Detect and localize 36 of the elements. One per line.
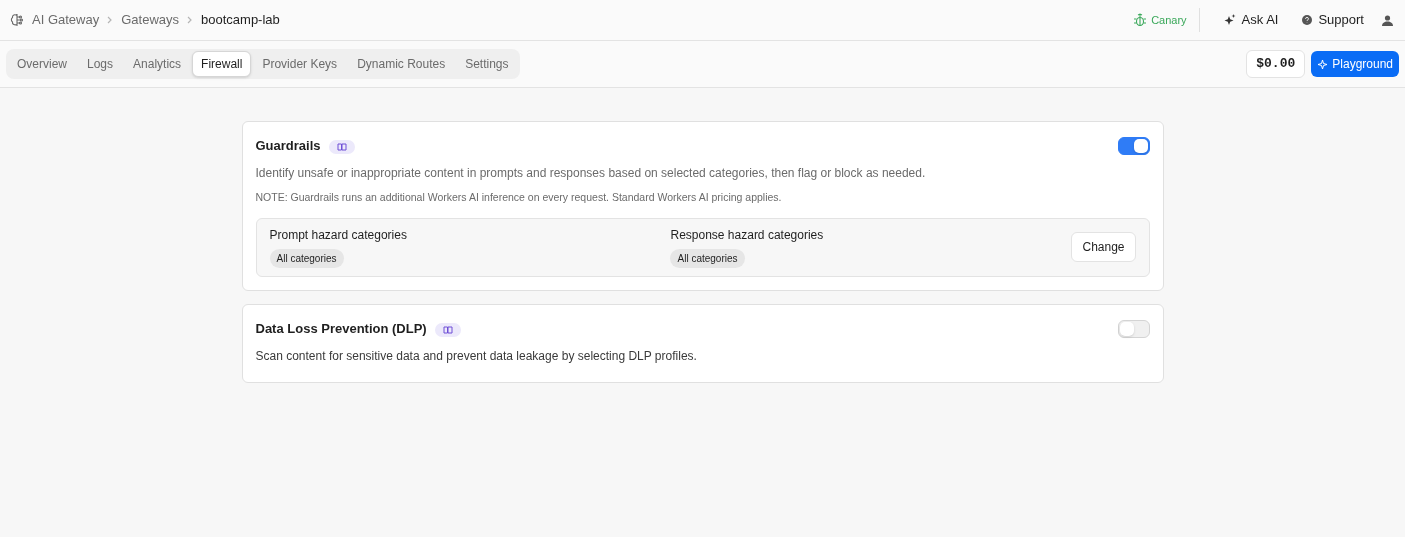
sparkle-icon bbox=[1317, 58, 1329, 70]
sparkle-icon bbox=[1223, 14, 1236, 26]
category-label: Response hazard categories bbox=[670, 227, 824, 245]
breadcrumb-link[interactable]: Gateways bbox=[121, 10, 179, 30]
cost-badge: $0.00 bbox=[1246, 50, 1306, 78]
tab[interactable]: Overview bbox=[8, 51, 76, 77]
support-button[interactable]: Support bbox=[1302, 10, 1364, 30]
tab[interactable]: Dynamic Routes bbox=[348, 51, 455, 77]
tab[interactable]: Settings bbox=[456, 51, 518, 77]
toggle-switch[interactable] bbox=[1117, 137, 1150, 155]
environment-label: Canary bbox=[1151, 12, 1187, 28]
chevron-icon bbox=[187, 16, 193, 24]
chevron-icon bbox=[107, 16, 114, 24]
card-description: Identify unsafe or inappropriate content in prompts and responses based on selected categories, then flag or block as needed. bbox=[255, 165, 927, 182]
brain-icon bbox=[10, 13, 24, 27]
book-icon[interactable] bbox=[328, 140, 355, 154]
card-description: Scan content for sensitive data and prevent data leakage by selecting DLP profiles. bbox=[255, 347, 698, 365]
help-icon bbox=[1302, 15, 1313, 25]
tab[interactable]: Provider Keys bbox=[253, 51, 347, 77]
category-label: Prompt hazard categories bbox=[269, 227, 407, 245]
book-icon[interactable] bbox=[434, 322, 461, 337]
user-avatar-icon[interactable] bbox=[1382, 14, 1393, 26]
category-tag: All categories bbox=[670, 249, 745, 269]
tab[interactable]: Analytics bbox=[124, 51, 191, 77]
change-button[interactable]: Change bbox=[1071, 232, 1136, 263]
ask-ai-button[interactable]: Ask AI bbox=[1223, 10, 1279, 30]
category-tag: All categories bbox=[269, 249, 344, 269]
card-title: Guardrails bbox=[255, 137, 321, 156]
playground-button[interactable]: Playground bbox=[1311, 51, 1399, 77]
note-text: NOTE: Guardrails runs an additional Workers AI inference on every request. Standard Workers AI pricing applies. bbox=[255, 190, 783, 205]
tab[interactable]: Logs bbox=[78, 51, 123, 77]
breadcrumb-link[interactable]: bootcamp-lab bbox=[201, 10, 280, 30]
breadcrumb-link[interactable]: AI Gateway bbox=[32, 10, 100, 30]
card-title: Data Loss Prevention (DLP) bbox=[255, 320, 427, 338]
tab[interactable]: Firewall bbox=[192, 51, 252, 77]
bug-icon bbox=[1133, 13, 1148, 27]
